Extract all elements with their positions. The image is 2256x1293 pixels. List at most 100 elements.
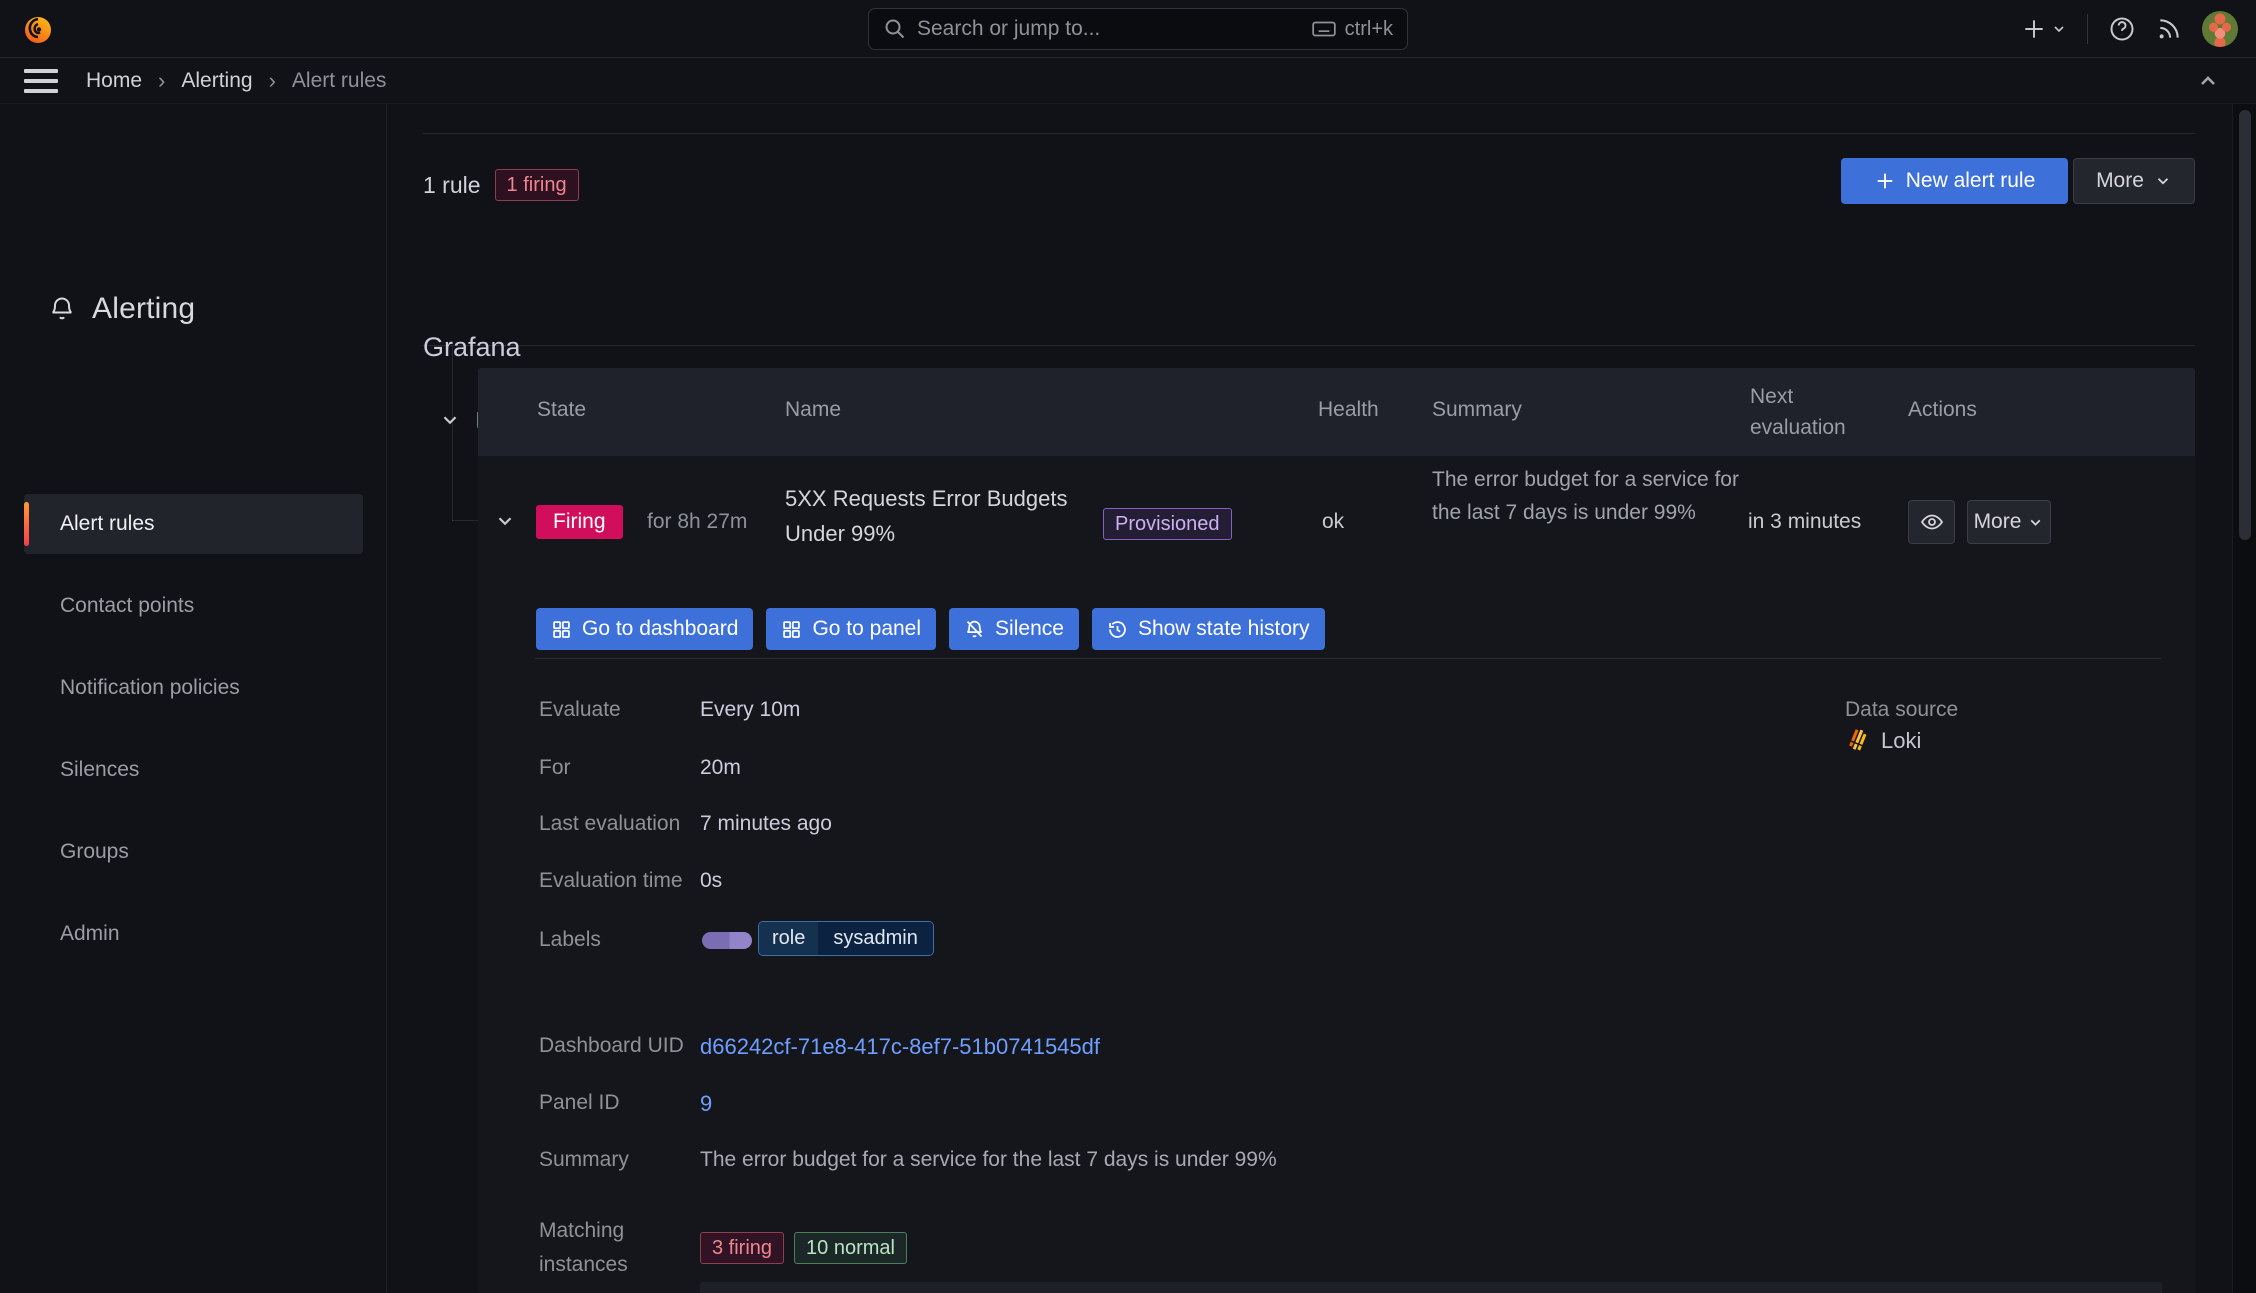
label-color-pill[interactable] bbox=[702, 932, 752, 949]
go-to-dashboard-button[interactable]: Go to dashboard bbox=[536, 608, 754, 650]
collapse-section-button[interactable] bbox=[2190, 66, 2226, 96]
chevron-down-icon bbox=[2031, 519, 2041, 526]
panel-id-link[interactable]: 9 bbox=[700, 1091, 712, 1117]
matching-instances-badges: 3 firing 10 normal bbox=[700, 1232, 907, 1264]
content-divider bbox=[423, 133, 2195, 134]
detail-value-evaluation-time: 0s bbox=[700, 869, 723, 892]
label-key: role bbox=[759, 922, 819, 955]
summary-value: The error budget for a service for the l… bbox=[700, 1148, 1277, 1171]
detail-label-last-evaluation: Last evaluation bbox=[539, 812, 681, 835]
grafana-app: Search or jump to... ctrl+k Home › Alert… bbox=[0, 0, 2256, 1293]
column-header-actions: Actions bbox=[1908, 398, 1977, 421]
eye-icon bbox=[1920, 514, 1943, 530]
breadcrumb-separator: › bbox=[268, 67, 276, 93]
more-button-top[interactable]: More bbox=[2073, 158, 2195, 204]
sidebar-item-silences[interactable]: Silences bbox=[24, 740, 363, 800]
loki-icon bbox=[1849, 729, 1867, 751]
sidebar-title: Alerting bbox=[48, 292, 195, 326]
breadcrumb-alerting[interactable]: Alerting bbox=[181, 69, 252, 93]
rules-table: State Name Health Summary Next evaluatio… bbox=[478, 368, 2195, 1293]
matching-normal-badge: 10 normal bbox=[794, 1232, 907, 1264]
grafana-logo-icon[interactable] bbox=[22, 13, 54, 45]
apps-grid-icon bbox=[783, 620, 801, 638]
alert-rules-content: 1 rule 1 firing New alert rule More Graf… bbox=[387, 104, 2232, 1293]
detail-value-evaluate: Every 10m bbox=[700, 698, 801, 721]
panel-id-label: Panel ID bbox=[539, 1091, 620, 1114]
table-header-row: State Name Health Summary Next evaluatio… bbox=[478, 368, 2195, 456]
chevron-down-icon[interactable] bbox=[439, 409, 461, 431]
sidebar-item-alert-rules[interactable]: Alert rules bbox=[24, 494, 363, 554]
summary-label: Summary bbox=[539, 1148, 629, 1171]
scrollbar-thumb[interactable] bbox=[2239, 110, 2251, 540]
nav-divider bbox=[2087, 14, 2088, 44]
silence-button[interactable]: Silence bbox=[949, 608, 1079, 650]
group-divider bbox=[423, 345, 2195, 346]
namespace-title: Grafana bbox=[423, 332, 521, 362]
state-badge-firing: Firing bbox=[536, 505, 623, 539]
labels-label: Labels bbox=[539, 928, 601, 951]
firing-count-badge: 1 firing bbox=[494, 169, 579, 201]
bell-icon bbox=[52, 297, 72, 320]
search-input[interactable]: Search or jump to... ctrl+k bbox=[868, 8, 1408, 50]
detail-value-for: 20m bbox=[700, 756, 741, 779]
breadcrumb: Home › Alerting › Alert rules bbox=[86, 68, 386, 94]
column-header-state: State bbox=[537, 398, 587, 421]
bell-slash-icon bbox=[966, 620, 983, 637]
rule-action-buttons: Go to dashboard Go to panel Silence Show… bbox=[536, 608, 1325, 650]
rule-name-link[interactable]: 5XX Requests Error Budgets Under 99% bbox=[785, 481, 1085, 551]
breadcrumb-home[interactable]: Home bbox=[86, 69, 142, 93]
dashboard-uid-link[interactable]: d66242cf-71e8-417c-8ef7-51b0741545df bbox=[700, 1034, 1100, 1060]
datasource-name[interactable]: Loki bbox=[1881, 728, 1921, 754]
search-icon bbox=[883, 17, 907, 41]
row-provisioned-badge: Provisioned bbox=[1103, 508, 1232, 540]
show-state-history-button[interactable]: Show state history bbox=[1091, 608, 1325, 650]
instances-table-header-partial bbox=[700, 1282, 2162, 1293]
firing-duration: for 8h 27m bbox=[647, 510, 748, 533]
detail-label-for: For bbox=[539, 756, 571, 779]
column-header-summary: Summary bbox=[1432, 398, 1522, 421]
view-rule-button[interactable] bbox=[1908, 500, 1955, 544]
detail-value-last-evaluation: 7 minutes ago bbox=[700, 812, 832, 835]
sidebar-item-admin[interactable]: Admin bbox=[24, 904, 363, 964]
user-avatar[interactable] bbox=[2202, 11, 2238, 47]
breadcrumb-current: Alert rules bbox=[291, 68, 387, 92]
breadcrumb-bar: Home › Alerting › Alert rules bbox=[0, 58, 2256, 104]
column-header-name: Name bbox=[785, 398, 842, 421]
column-header-health: Health bbox=[1318, 398, 1379, 421]
search-shortcut: ctrl+k bbox=[1311, 16, 1393, 42]
sidebar-item-groups[interactable]: Groups bbox=[24, 822, 363, 882]
menu-toggle-icon[interactable] bbox=[24, 68, 58, 93]
go-to-panel-button[interactable]: Go to panel bbox=[766, 608, 937, 650]
rule-count: 1 rule bbox=[423, 171, 481, 198]
chevron-down-icon bbox=[2054, 26, 2064, 33]
collapse-rule-row-icon[interactable] bbox=[494, 510, 516, 532]
rule-health: ok bbox=[1322, 510, 1345, 533]
search-placeholder: Search or jump to... bbox=[917, 17, 1101, 40]
tree-guide-line bbox=[452, 520, 478, 521]
help-button[interactable] bbox=[2108, 15, 2136, 43]
add-new-button[interactable] bbox=[2021, 16, 2067, 42]
alerting-sidebar: Alerting Alert rules Contact points Noti… bbox=[0, 104, 387, 1293]
matching-firing-badge: 3 firing bbox=[700, 1232, 785, 1264]
detail-label-evaluate: Evaluate bbox=[539, 698, 621, 721]
keyboard-icon bbox=[1311, 16, 1337, 42]
news-icon[interactable] bbox=[2156, 16, 2182, 42]
rule-more-button[interactable]: More bbox=[1967, 500, 2051, 544]
sidebar-item-contact-points[interactable]: Contact points bbox=[24, 576, 363, 636]
scrollbar[interactable] bbox=[2232, 104, 2256, 1293]
sidebar-item-notification-policies[interactable]: Notification policies bbox=[24, 658, 363, 718]
tree-guide-line bbox=[452, 346, 453, 521]
breadcrumb-separator: › bbox=[158, 67, 166, 93]
label-chip-role-sysadmin[interactable]: role sysadmin bbox=[758, 921, 934, 956]
top-nav-bar: Search or jump to... ctrl+k bbox=[0, 0, 2256, 58]
top-nav-actions bbox=[2021, 0, 2238, 58]
datasource-label: Data source bbox=[1845, 698, 1959, 721]
column-header-next-evaluation: Next evaluation bbox=[1750, 385, 1846, 439]
details-divider bbox=[535, 658, 2161, 659]
chevron-up-icon bbox=[2201, 76, 2215, 85]
new-alert-rule-button[interactable]: New alert rule bbox=[1841, 158, 2068, 204]
next-evaluation-value: in 3 minutes bbox=[1748, 510, 1862, 533]
label-value: sysadmin bbox=[818, 922, 933, 955]
apps-grid-icon bbox=[553, 620, 570, 638]
history-icon bbox=[1109, 620, 1126, 638]
